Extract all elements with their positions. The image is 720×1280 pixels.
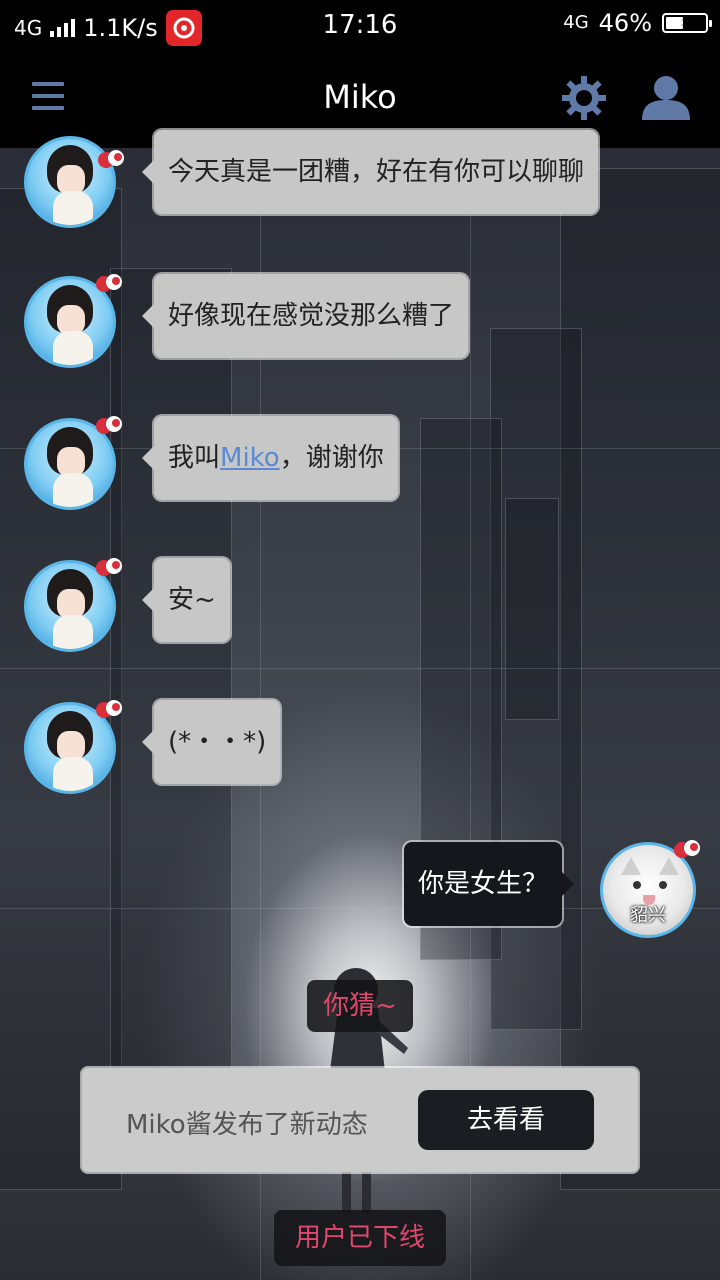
offline-status: 用户已下线 — [274, 1210, 446, 1266]
message-bubble: (*・・*) — [141, 700, 281, 784]
message-text: 我叫 — [168, 443, 221, 473]
gear-icon[interactable] — [560, 74, 608, 122]
strawberry-decoration-icon — [96, 274, 122, 292]
quick-reply-chip[interactable]: 你猜~ — [307, 980, 413, 1032]
status-bar: 4G 1.1K/s 17:16 4G 46% ⚡ — [0, 0, 720, 48]
name-link[interactable]: Miko — [220, 443, 280, 473]
message-bubble-user: 你是女生？ — [404, 842, 575, 926]
battery-percent: 46% — [598, 9, 652, 37]
notice-text: Miko酱发布了新动态 — [126, 1110, 368, 1140]
profile-icon[interactable] — [640, 74, 692, 122]
message-bubble: 安~ — [142, 558, 230, 642]
view-post-button[interactable]: 去看看 — [418, 1090, 594, 1150]
strawberry-decoration-icon — [96, 700, 122, 718]
message-bubble: 我叫Miko，谢谢你 — [142, 416, 398, 500]
message-bubble: 好像现在感觉没那么糟了 — [141, 274, 469, 358]
strawberry-decoration-icon — [96, 416, 122, 434]
chat-title: Miko — [323, 78, 397, 116]
message-bubble: 今天真是一团糟，好在有你可以聊聊 — [141, 130, 599, 214]
battery-icon: ⚡ — [662, 12, 712, 33]
avatar-caption: 貂兴 — [630, 905, 666, 926]
message-text: ，谢谢你 — [279, 443, 384, 473]
strawberry-decoration-icon — [98, 150, 124, 168]
strawberry-decoration-icon — [96, 558, 122, 576]
strawberry-decoration-icon — [674, 840, 700, 858]
network-type-right: 4G — [563, 12, 589, 33]
new-post-notice: Miko酱发布了新动态 去看看 — [82, 1068, 638, 1172]
